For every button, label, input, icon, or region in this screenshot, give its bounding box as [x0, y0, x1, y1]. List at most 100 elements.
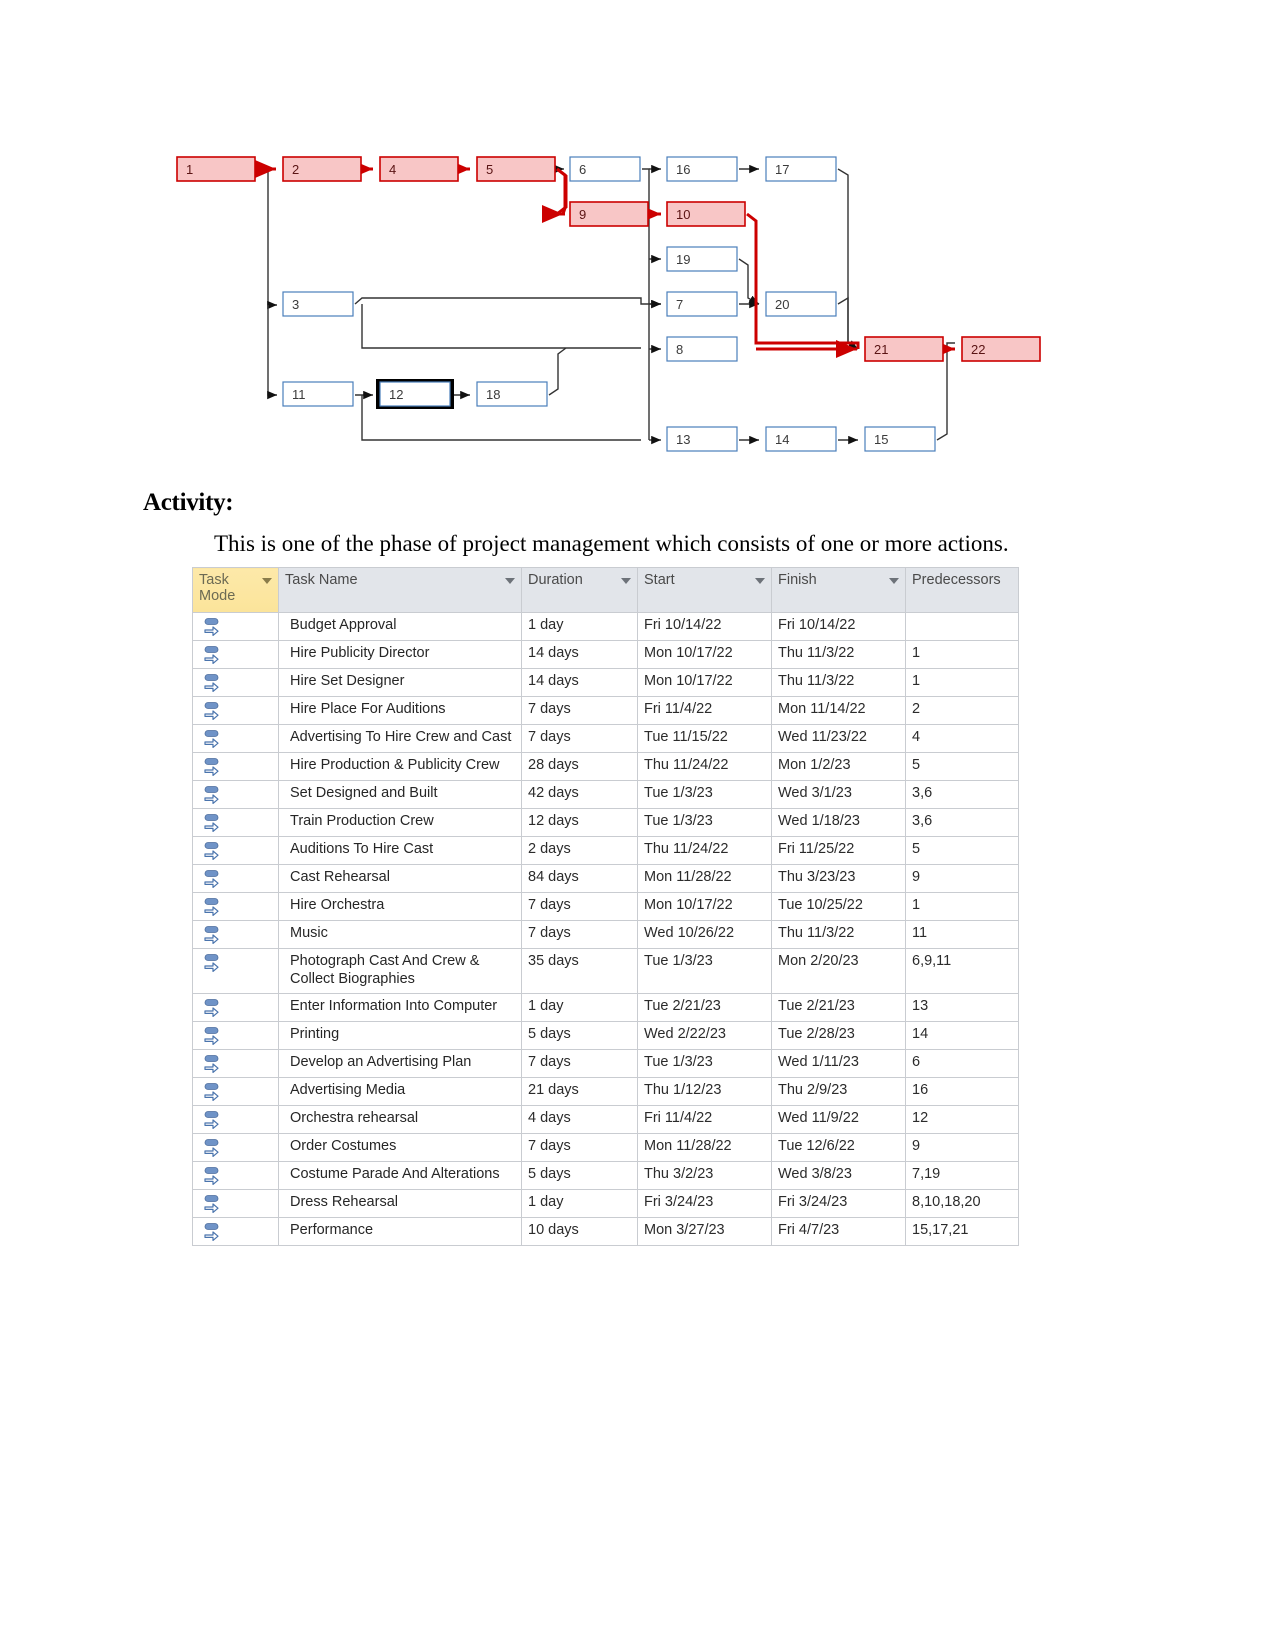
cell-start[interactable]: Mon 10/17/22	[637, 892, 772, 921]
column-header-finish[interactable]: Finish	[771, 567, 906, 613]
cell-predecessors[interactable]: 14	[905, 1020, 1019, 1050]
cell-finish[interactable]: Mon 2/20/23	[771, 948, 906, 994]
cell-start[interactable]: Fri 11/4/22	[637, 1104, 772, 1134]
cell-start[interactable]: Tue 11/15/22	[637, 724, 772, 753]
diagram-node-4[interactable]: 4	[379, 156, 459, 182]
cell-task-mode[interactable]	[192, 1048, 279, 1078]
cell-predecessors[interactable]: 15,17,21	[905, 1216, 1019, 1246]
chevron-down-icon[interactable]	[755, 578, 765, 584]
table-row[interactable]: Advertising Media 21 days Thu 1/12/23 Thu 2…	[192, 1076, 1019, 1106]
cell-start[interactable]: Mon 3/27/23	[637, 1216, 772, 1246]
cell-finish[interactable]: Fri 4/7/23	[771, 1216, 906, 1246]
cell-duration[interactable]: 35 days	[521, 948, 638, 994]
cell-duration[interactable]: 7 days	[521, 920, 638, 949]
cell-duration[interactable]: 5 days	[521, 1020, 638, 1050]
cell-start[interactable]: Mon 10/17/22	[637, 640, 772, 669]
column-header-predecessors[interactable]: Predecessors	[905, 567, 1019, 613]
diagram-node-19[interactable]: 19	[666, 246, 738, 272]
cell-task-mode[interactable]	[192, 1104, 279, 1134]
diagram-node-5[interactable]: 5	[476, 156, 556, 182]
diagram-node-1[interactable]: 1	[176, 156, 256, 182]
cell-duration[interactable]: 84 days	[521, 864, 638, 893]
cell-finish[interactable]: Thu 11/3/22	[771, 920, 906, 949]
cell-duration[interactable]: 4 days	[521, 1104, 638, 1134]
cell-task-name[interactable]: Hire Production & Publicity Crew	[278, 752, 522, 781]
cell-start[interactable]: Thu 11/24/22	[637, 752, 772, 781]
cell-task-name[interactable]: Hire Publicity Director	[278, 640, 522, 669]
cell-start[interactable]: Wed 2/22/23	[637, 1020, 772, 1050]
cell-predecessors[interactable]: 4	[905, 724, 1019, 753]
cell-predecessors[interactable]	[905, 612, 1019, 641]
table-row[interactable]: Develop an Advertising Plan 7 days Tue 1/3…	[192, 1048, 1019, 1078]
cell-predecessors[interactable]: 13	[905, 992, 1019, 1022]
table-row[interactable]: Budget Approval 1 day Fri 10/14/22 Fri 10/1…	[192, 612, 1019, 641]
table-row[interactable]: Hire Publicity Director 14 days Mon 10/17/…	[192, 640, 1019, 669]
cell-duration[interactable]: 42 days	[521, 780, 638, 809]
cell-duration[interactable]: 7 days	[521, 892, 638, 921]
diagram-node-10[interactable]: 10	[666, 201, 746, 227]
diagram-node-22[interactable]: 22	[961, 336, 1041, 362]
table-row[interactable]: Orchestra rehearsal 4 days Fri 11/4/22 Wed …	[192, 1104, 1019, 1134]
cell-finish[interactable]: Wed 3/1/23	[771, 780, 906, 809]
cell-predecessors[interactable]: 1	[905, 640, 1019, 669]
chevron-down-icon[interactable]	[505, 578, 515, 584]
cell-task-name[interactable]: Hire Place For Auditions	[278, 696, 522, 725]
diagram-node-3[interactable]: 3	[282, 291, 354, 317]
cell-start[interactable]: Mon 11/28/22	[637, 1132, 772, 1162]
cell-task-name[interactable]: Photograph Cast And Crew & Collect Biogr…	[278, 948, 522, 994]
table-row[interactable]: Photograph Cast And Crew & Collect Biogr…	[192, 948, 1019, 994]
cell-predecessors[interactable]: 9	[905, 864, 1019, 893]
diagram-node-2[interactable]: 2	[282, 156, 362, 182]
cell-task-mode[interactable]	[192, 836, 279, 865]
cell-task-name[interactable]: Orchestra rehearsal	[278, 1104, 522, 1134]
cell-start[interactable]: Thu 11/24/22	[637, 836, 772, 865]
table-row[interactable]: Printing 5 days Wed 2/22/23 Tue 2/28/23 14	[192, 1020, 1019, 1050]
cell-finish[interactable]: Mon 11/14/22	[771, 696, 906, 725]
diagram-node-16[interactable]: 16	[666, 156, 738, 182]
column-header-start[interactable]: Start	[637, 567, 772, 613]
cell-task-mode[interactable]	[192, 668, 279, 697]
table-row[interactable]: Auditions To Hire Cast 2 days Thu 11/24/22…	[192, 836, 1019, 865]
table-row[interactable]: Dress Rehearsal 1 day Fri 3/24/23 Fri 3/24/…	[192, 1188, 1019, 1218]
diagram-node-14[interactable]: 14	[765, 426, 837, 452]
cell-task-mode[interactable]	[192, 696, 279, 725]
cell-predecessors[interactable]: 2	[905, 696, 1019, 725]
cell-task-name[interactable]: Printing	[278, 1020, 522, 1050]
cell-task-mode[interactable]	[192, 992, 279, 1022]
cell-duration[interactable]: 12 days	[521, 808, 638, 837]
cell-predecessors[interactable]: 12	[905, 1104, 1019, 1134]
chevron-down-icon[interactable]	[621, 578, 631, 584]
diagram-node-7[interactable]: 7	[666, 291, 738, 317]
cell-predecessors[interactable]: 6,9,11	[905, 948, 1019, 994]
cell-duration[interactable]: 7 days	[521, 1048, 638, 1078]
cell-predecessors[interactable]: 6	[905, 1048, 1019, 1078]
cell-finish[interactable]: Fri 11/25/22	[771, 836, 906, 865]
cell-start[interactable]: Tue 2/21/23	[637, 992, 772, 1022]
cell-predecessors[interactable]: 5	[905, 752, 1019, 781]
cell-duration[interactable]: 21 days	[521, 1076, 638, 1106]
table-row[interactable]: Music 7 days Wed 10/26/22 Thu 11/3/22 11	[192, 920, 1019, 949]
cell-task-mode[interactable]	[192, 612, 279, 641]
cell-task-mode[interactable]	[192, 1216, 279, 1246]
cell-duration[interactable]: 28 days	[521, 752, 638, 781]
table-row[interactable]: Hire Orchestra 7 days Mon 10/17/22 Tue 10/2…	[192, 892, 1019, 921]
cell-task-name[interactable]: Music	[278, 920, 522, 949]
table-row[interactable]: Performance 10 days Mon 3/27/23 Fri 4/7/23 1…	[192, 1216, 1019, 1246]
cell-task-name[interactable]: Advertising Media	[278, 1076, 522, 1106]
cell-start[interactable]: Thu 1/12/23	[637, 1076, 772, 1106]
cell-task-name[interactable]: Costume Parade And Alterations	[278, 1160, 522, 1190]
cell-start[interactable]: Mon 10/17/22	[637, 668, 772, 697]
cell-task-mode[interactable]	[192, 752, 279, 781]
cell-task-name[interactable]: Dress Rehearsal	[278, 1188, 522, 1218]
table-row[interactable]: Hire Set Designer 14 days Mon 10/17/22 Thu …	[192, 668, 1019, 697]
cell-task-mode[interactable]	[192, 1076, 279, 1106]
cell-finish[interactable]: Thu 2/9/23	[771, 1076, 906, 1106]
table-row[interactable]: Set Designed and Built 42 days Tue 1/3/23 W…	[192, 780, 1019, 809]
cell-predecessors[interactable]: 1	[905, 668, 1019, 697]
cell-duration[interactable]: 1 day	[521, 1188, 638, 1218]
cell-task-mode[interactable]	[192, 640, 279, 669]
cell-finish[interactable]: Wed 1/11/23	[771, 1048, 906, 1078]
cell-predecessors[interactable]: 7,19	[905, 1160, 1019, 1190]
cell-task-name[interactable]: Enter Information Into Computer	[278, 992, 522, 1022]
table-row[interactable]: Costume Parade And Alterations 5 days Thu …	[192, 1160, 1019, 1190]
